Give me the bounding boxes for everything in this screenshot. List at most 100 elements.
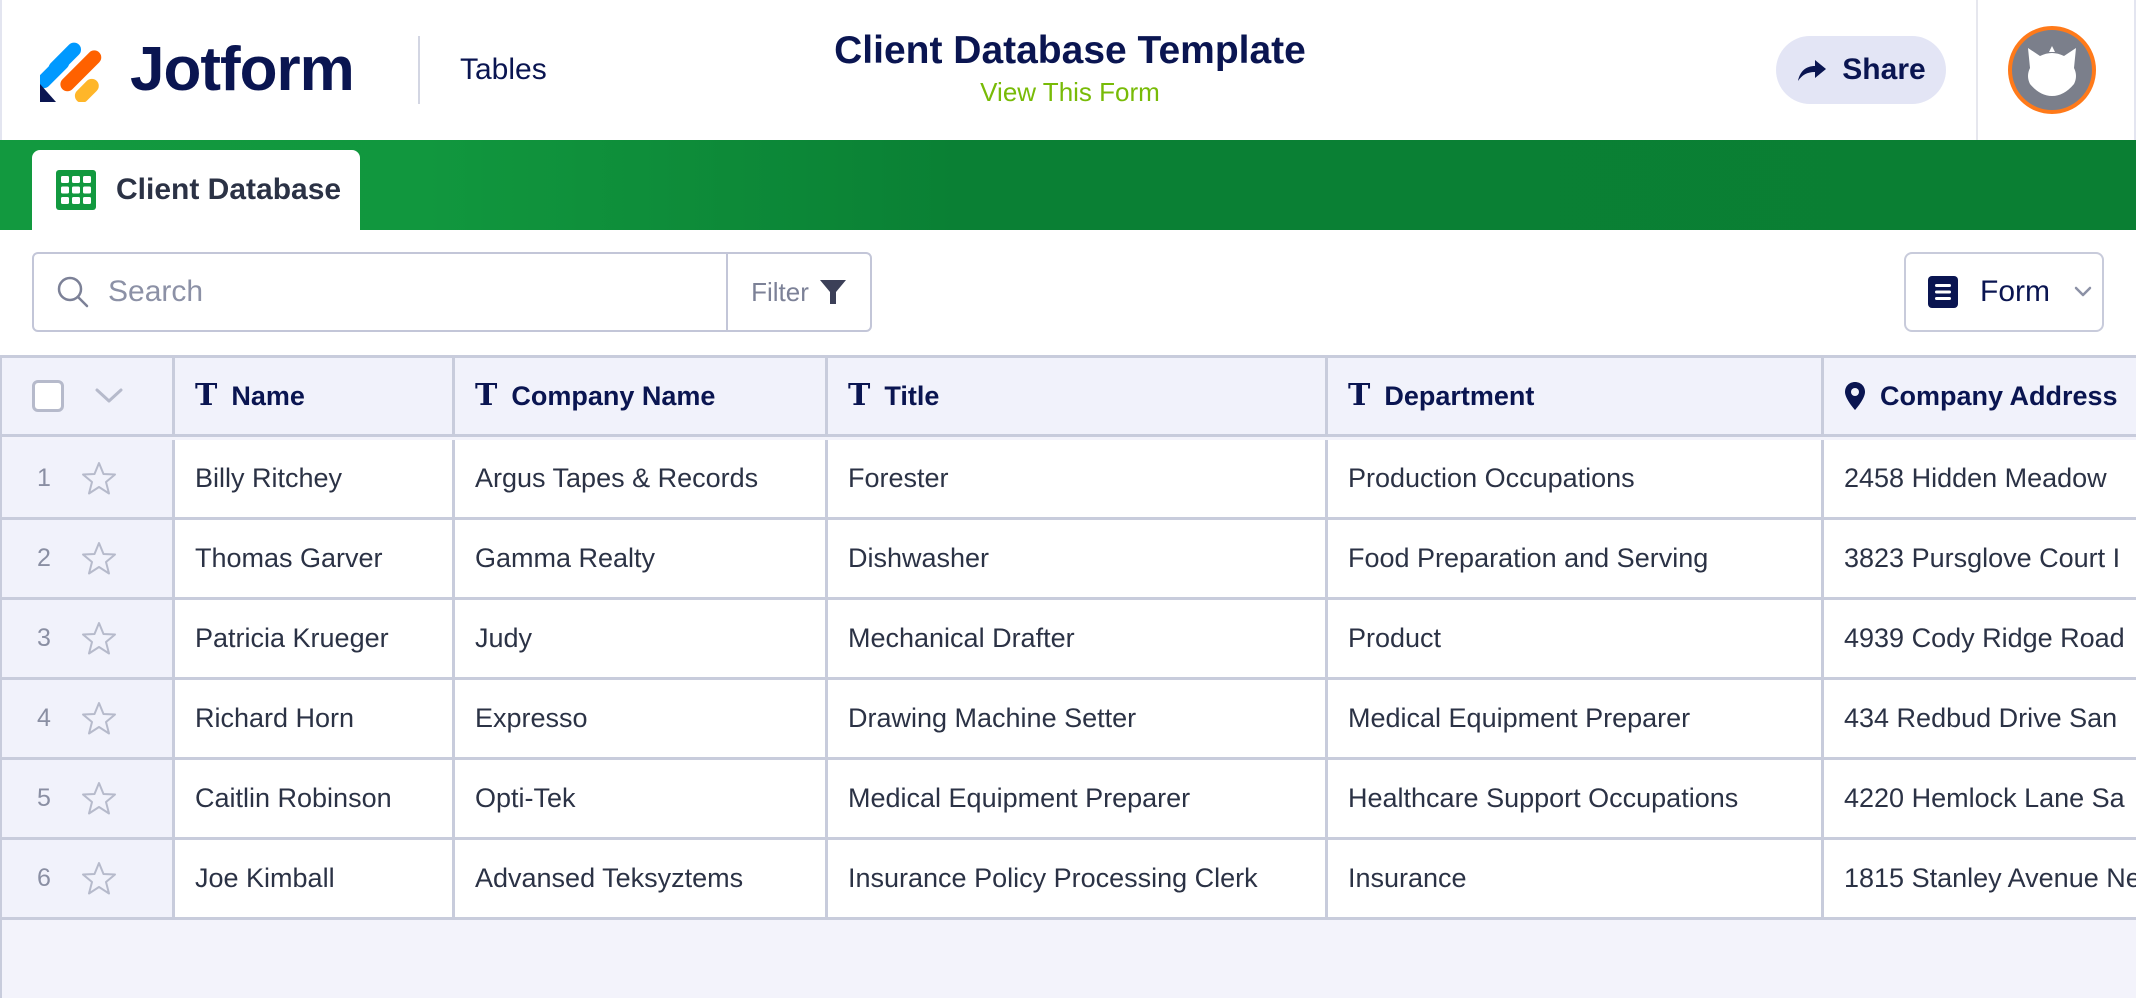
column-label: Company Address: [1880, 380, 2118, 411]
cell-company-address[interactable]: 3823 Pursglove Court I: [1824, 520, 2136, 597]
brand-name[interactable]: Jotform: [130, 30, 355, 110]
cell-value: 1815 Stanley Avenue Ne: [1844, 863, 2136, 893]
column-header-company-name[interactable]: T Company Name: [455, 358, 828, 434]
star-icon[interactable]: [80, 540, 118, 578]
star-icon[interactable]: [80, 460, 118, 498]
cell-company-address[interactable]: 2458 Hidden Meadow: [1824, 440, 2136, 517]
row-control-cell: 1: [2, 440, 175, 517]
tab-label: Client Database: [116, 173, 342, 206]
cell-department[interactable]: Food Preparation and Serving: [1328, 520, 1824, 597]
star-icon[interactable]: [80, 700, 118, 738]
page-title: Client Database Template: [834, 29, 1306, 72]
cell-company-address[interactable]: 434 Redbud Drive San: [1824, 680, 2136, 757]
location-pin-icon: [1845, 382, 1865, 410]
cell-title[interactable]: Medical Equipment Preparer: [828, 760, 1328, 837]
cell-name[interactable]: Joe Kimball: [175, 840, 455, 917]
star-icon[interactable]: [80, 620, 118, 658]
form-document-icon: [1928, 276, 1958, 308]
table-row[interactable]: 5 Caitlin Robinson Opti-Tek Medical Equi…: [2, 760, 2136, 840]
cell-value: Medical Equipment Preparer: [848, 783, 1191, 813]
cell-value: Medical Equipment Preparer: [1348, 703, 1691, 733]
cell-name[interactable]: Caitlin Robinson: [175, 760, 455, 837]
cell-company-name[interactable]: Argus Tapes & Records: [455, 440, 828, 517]
cell-title[interactable]: Drawing Machine Setter: [828, 680, 1328, 757]
cell-company-address[interactable]: 1815 Stanley Avenue Ne: [1824, 840, 2136, 917]
cell-value: Expresso: [475, 703, 588, 733]
section-label[interactable]: Tables: [460, 52, 547, 88]
cell-company-name[interactable]: Expresso: [455, 680, 828, 757]
share-arrow-icon: [1798, 60, 1827, 81]
cell-value: Mechanical Drafter: [848, 623, 1075, 653]
cell-department[interactable]: Insurance: [1328, 840, 1824, 917]
cell-value: Joe Kimball: [195, 863, 335, 893]
text-type-icon: T: [848, 378, 871, 413]
table-row[interactable]: 4 Richard Horn Expresso Drawing Machine …: [2, 680, 2136, 760]
cell-name[interactable]: Thomas Garver: [175, 520, 455, 597]
row-control-cell: 2: [2, 520, 175, 597]
select-all-checkbox[interactable]: [32, 380, 64, 412]
cell-name[interactable]: Billy Ritchey: [175, 440, 455, 517]
cell-department[interactable]: Product: [1328, 600, 1824, 677]
view-switcher-button[interactable]: Form: [1904, 252, 2104, 332]
row-number: 6: [37, 864, 51, 892]
search-box: Filter: [32, 252, 872, 332]
cell-value: Advansed Teksyztems: [475, 863, 744, 893]
row-number: 4: [37, 704, 51, 732]
cell-company-name[interactable]: Gamma Realty: [455, 520, 828, 597]
cell-title[interactable]: Dishwasher: [828, 520, 1328, 597]
cell-name[interactable]: Richard Horn: [175, 680, 455, 757]
filter-label: Filter: [751, 276, 809, 307]
jotform-logo-icon[interactable]: [40, 38, 102, 102]
star-icon[interactable]: [80, 860, 118, 898]
view-form-link[interactable]: View This Form: [980, 76, 1160, 108]
row-number: 5: [37, 784, 51, 812]
chevron-down-icon: [2074, 286, 2092, 297]
cell-title[interactable]: Insurance Policy Processing Clerk: [828, 840, 1328, 917]
search-icon: [57, 276, 89, 308]
chevron-down-icon[interactable]: [94, 387, 124, 405]
cell-company-name[interactable]: Advansed Teksyztems: [455, 840, 828, 917]
cell-company-name[interactable]: Opti-Tek: [455, 760, 828, 837]
table-row[interactable]: 3 Patricia Krueger Judy Mechanical Draft…: [2, 600, 2136, 680]
table-row[interactable]: 1 Billy Ritchey Argus Tapes & Records Fo…: [2, 440, 2136, 520]
cell-value: Insurance: [1348, 863, 1467, 893]
row-control-cell: 6: [2, 840, 175, 917]
cell-title[interactable]: Mechanical Drafter: [828, 600, 1328, 677]
cell-value: Opti-Tek: [475, 783, 576, 813]
cell-title[interactable]: Forester: [828, 440, 1328, 517]
cell-value: Judy: [475, 623, 533, 653]
cell-value: Richard Horn: [195, 703, 355, 733]
cell-value: Insurance Policy Processing Clerk: [848, 863, 1258, 893]
star-icon[interactable]: [80, 780, 118, 818]
column-header-department[interactable]: T Department: [1328, 358, 1824, 434]
cell-value: Argus Tapes & Records: [475, 463, 759, 493]
column-header-title[interactable]: T Title: [828, 358, 1328, 434]
cell-value: Patricia Krueger: [195, 623, 389, 653]
cat-avatar-icon: [2028, 46, 2076, 96]
cell-name[interactable]: Patricia Krueger: [175, 600, 455, 677]
filter-button[interactable]: Filter: [726, 254, 870, 330]
table-row[interactable]: 2 Thomas Garver Gamma Realty Dishwasher …: [2, 520, 2136, 600]
select-all-cell: [2, 358, 175, 434]
column-header-name[interactable]: T Name: [175, 358, 455, 434]
tab-client-database[interactable]: Client Database: [32, 150, 360, 230]
avatar[interactable]: [2008, 26, 2096, 114]
cell-department[interactable]: Healthcare Support Occupations: [1328, 760, 1824, 837]
column-header-company-address[interactable]: Company Address: [1824, 358, 2136, 434]
row-number: 3: [37, 624, 51, 652]
column-label: Title: [884, 380, 940, 411]
search-input[interactable]: [108, 275, 708, 309]
cell-company-address[interactable]: 4220 Hemlock Lane Sa: [1824, 760, 2136, 837]
cell-value: 434 Redbud Drive San: [1844, 703, 2118, 733]
column-label: Company Name: [511, 380, 716, 411]
cell-company-name[interactable]: Judy: [455, 600, 828, 677]
table-grid-icon: [56, 170, 96, 210]
cell-company-address[interactable]: 4939 Cody Ridge Road: [1824, 600, 2136, 677]
cell-value: Food Preparation and Serving: [1348, 543, 1709, 573]
share-button[interactable]: Share: [1776, 36, 1946, 104]
cell-department[interactable]: Medical Equipment Preparer: [1328, 680, 1824, 757]
table-row[interactable]: 6 Joe Kimball Advansed Teksyztems Insura…: [2, 840, 2136, 920]
cell-value: 2458 Hidden Meadow: [1844, 463, 2107, 493]
cell-department[interactable]: Production Occupations: [1328, 440, 1824, 517]
cell-value: Healthcare Support Occupations: [1348, 783, 1739, 813]
